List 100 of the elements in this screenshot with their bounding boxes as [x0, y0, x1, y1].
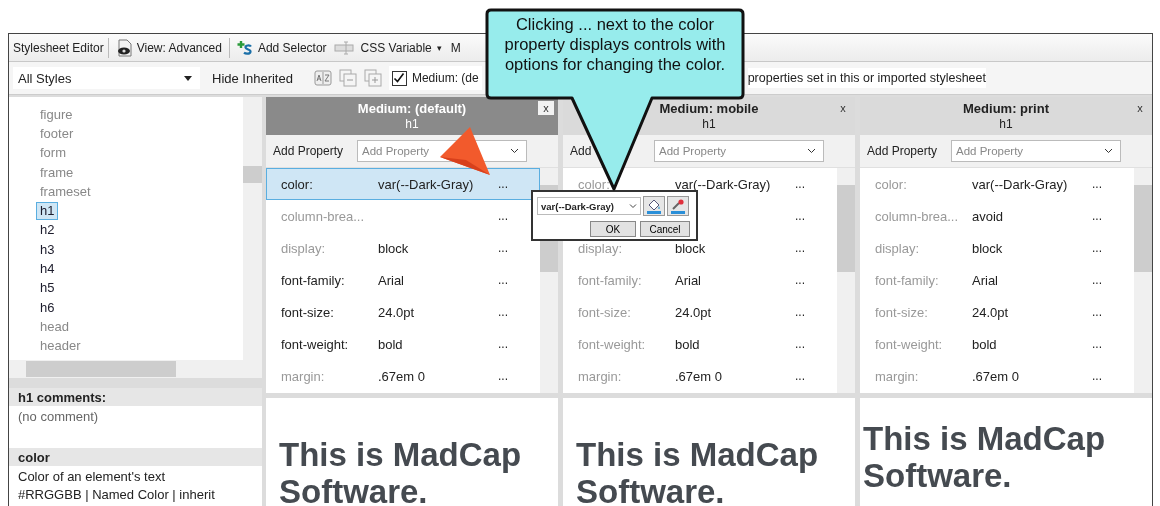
more-button[interactable]: ... — [1088, 209, 1106, 223]
property-value: block — [378, 240, 410, 256]
property-value: 24.0pt — [378, 304, 416, 320]
more-button[interactable]: ... — [494, 305, 512, 319]
property-row[interactable]: font-weight: bold ... — [266, 328, 540, 360]
property-row[interactable]: font-family: Arial ... — [860, 264, 1134, 296]
more-button[interactable]: ... — [791, 241, 809, 255]
property-name: font-family: — [875, 272, 940, 288]
property-row[interactable]: font-size: 24.0pt ... — [860, 296, 1134, 328]
property-row[interactable]: font-size: 24.0pt ... — [563, 296, 837, 328]
view-button[interactable]: View: Advanced — [112, 36, 225, 59]
property-row[interactable]: font-weight: bold ... — [563, 328, 837, 360]
chevron-down-icon — [1104, 148, 1113, 154]
more-button[interactable]: ... — [1088, 273, 1106, 287]
property-value: 24.0pt — [675, 304, 713, 320]
selector-item[interactable]: form — [36, 144, 70, 163]
selected-row[interactable]: color: var(--Dark-Gray) ... — [266, 168, 540, 200]
medium-title: Medium: (default) — [357, 100, 467, 117]
field-label: Add — [570, 144, 592, 158]
property-name: display: — [875, 240, 921, 256]
property-row[interactable]: margin: .67em 0 ... — [860, 360, 1134, 392]
selector-name: h1 — [405, 116, 419, 132]
more-button[interactable]: ... — [791, 305, 809, 319]
more-button[interactable]: ... — [1088, 369, 1106, 383]
more-button[interactable]: ... — [791, 369, 809, 383]
expand-icon[interactable] — [362, 68, 383, 88]
add-property-field[interactable]: Add Property — [654, 140, 824, 162]
more-button[interactable]: ... — [494, 241, 512, 255]
variable-icon[interactable] — [333, 39, 354, 56]
selector-name: h1 — [999, 116, 1013, 132]
cancel-button[interactable]: Cancel — [640, 221, 690, 237]
more-button[interactable]: ... — [791, 177, 809, 191]
property-value: .67em 0 — [378, 368, 426, 384]
property-row[interactable]: font-family: Arial ... — [266, 264, 540, 296]
callout-text: Clicking ... next to the color property displays controls with options for changing the color. — [503, 14, 727, 74]
more-button[interactable]: ... — [494, 369, 512, 383]
property-name: column-brea... — [875, 208, 960, 224]
selector-item[interactable]: h1 — [36, 202, 59, 221]
property-row[interactable]: font-size: 24.0pt ... — [266, 296, 540, 328]
selector-item[interactable]: h5 — [36, 279, 59, 298]
close-button[interactable]: x — [538, 101, 554, 115]
property-row[interactable]: display: block ... — [266, 232, 540, 264]
selector-item[interactable]: head — [36, 317, 73, 336]
more-button[interactable]: ... — [791, 209, 809, 223]
add-property-field[interactable]: Add Property — [951, 140, 1121, 162]
property-value: block — [675, 240, 707, 256]
property-row[interactable]: font-weight: bold ... — [860, 328, 1134, 360]
selector-item[interactable]: figure — [36, 105, 77, 124]
property-name: font-family: — [281, 272, 346, 288]
property-name: color: — [281, 176, 314, 192]
css-variable-button[interactable]: CSS Variable ▾ — [357, 38, 445, 57]
property-name: color: — [578, 176, 611, 192]
property-row[interactable]: column-brea... avoid ... — [860, 200, 1134, 232]
more-button[interactable]: ... — [791, 273, 809, 287]
styles-dropdown[interactable]: All Styles — [13, 67, 200, 89]
property-row[interactable]: column-brea... ... — [266, 200, 540, 232]
property-row[interactable]: display: block ... — [860, 232, 1134, 264]
property-name: column-brea... — [281, 208, 366, 224]
ok-button[interactable]: OK — [590, 221, 636, 237]
sort-icon[interactable] — [312, 68, 333, 88]
more-button[interactable]: ... — [1088, 305, 1106, 319]
selector-item[interactable]: h2 — [36, 221, 59, 240]
more-button[interactable]: ... — [1088, 337, 1106, 351]
scrollbar[interactable] — [1134, 168, 1152, 393]
scrollbar[interactable] — [243, 97, 262, 360]
property-row[interactable]: margin: .67em 0 ... — [563, 360, 837, 392]
more-button[interactable]: ... — [494, 337, 512, 351]
scrollbar[interactable] — [9, 360, 262, 378]
more-button[interactable]: ... — [494, 273, 512, 287]
property-row[interactable]: color: var(--Dark-Gray) ... — [860, 168, 1134, 200]
eyedropper-button[interactable] — [667, 196, 689, 216]
selector-item[interactable]: frame — [36, 163, 78, 182]
close-button[interactable]: x — [835, 101, 851, 115]
selector-item[interactable]: h3 — [36, 240, 59, 259]
close-button[interactable]: x — [1132, 101, 1148, 115]
property-value: bold — [972, 336, 998, 352]
property-value: var(--Dark-Gray) — [675, 176, 772, 192]
add-selector-button[interactable]: Add Selector — [233, 37, 330, 58]
collapse-icon[interactable] — [337, 68, 358, 88]
selector-item[interactable]: h6 — [36, 298, 59, 317]
property-value: Arial — [972, 272, 999, 288]
selector-item[interactable]: frameset — [36, 182, 95, 201]
more-button[interactable]: ... — [791, 337, 809, 351]
selector-item[interactable]: h4 — [36, 260, 59, 278]
medium-checkbox[interactable] — [391, 70, 407, 86]
property-value: .67em 0 — [972, 368, 1020, 384]
selector-item[interactable]: footer — [36, 124, 78, 143]
property-row[interactable]: font-family: Arial ... — [563, 264, 837, 296]
more-button[interactable]: ... — [1088, 241, 1106, 255]
scrollbar[interactable] — [837, 168, 855, 393]
paint-bucket-button[interactable] — [643, 196, 665, 216]
more-button[interactable]: ... — [494, 177, 512, 191]
pointer-arrow-icon — [440, 127, 491, 176]
more-button[interactable]: ... — [494, 209, 512, 223]
hide-inherited-button[interactable]: Hide Inherited — [210, 68, 295, 88]
toolbar-item[interactable]: M — [450, 40, 461, 55]
color-dropdown[interactable]: var(--Dark-Gray) — [537, 197, 641, 215]
more-button[interactable]: ... — [1088, 177, 1106, 191]
selector-item[interactable]: header — [36, 337, 85, 356]
property-row[interactable]: margin: .67em 0 ... — [266, 360, 540, 392]
